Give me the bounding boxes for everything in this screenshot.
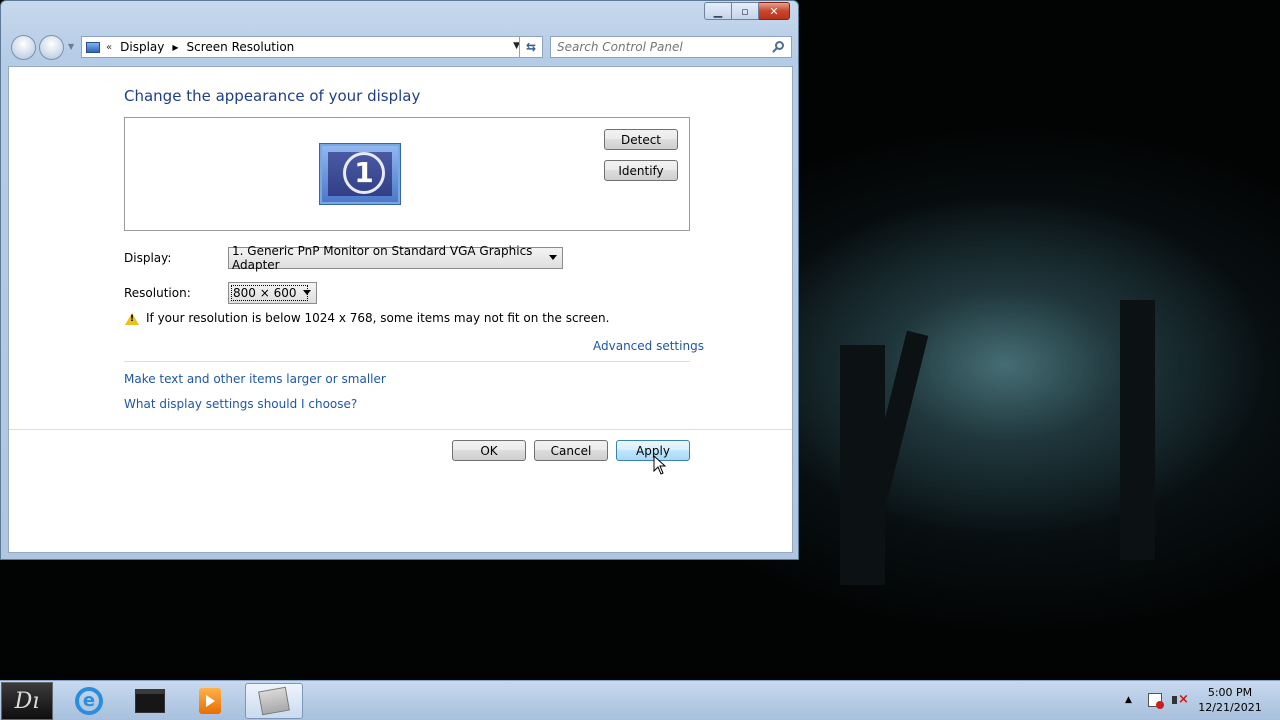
taskbar-item-internet-explorer[interactable]: e [60, 683, 118, 719]
refresh-button[interactable]: ⇆ [519, 36, 543, 58]
breadcrumb-overflow[interactable]: « [106, 42, 112, 53]
search-icon[interactable] [775, 41, 784, 50]
chevron-down-icon [303, 290, 311, 295]
chevron-down-icon [549, 255, 557, 260]
recent-pages-dropdown[interactable]: ▼ [68, 42, 74, 51]
monitor-icon[interactable]: 1 [319, 143, 401, 205]
identify-button[interactable]: Identify [604, 160, 678, 181]
clock-time: 5:00 PM [1207, 686, 1253, 699]
address-bar[interactable]: « Display ▶ Screen Resolution ▼ [81, 36, 527, 58]
mouse-cursor-icon [653, 455, 667, 475]
display-select[interactable]: 1. Generic PnP Monitor on Standard VGA G… [228, 244, 563, 272]
navigation-bar: ▼ « Display ▶ Screen Resolution ▼ ⇆ [9, 33, 792, 61]
control-panel-icon [258, 686, 290, 716]
taskbar-item-folder[interactable] [121, 683, 179, 719]
minimize-button[interactable]: ▁ [704, 2, 732, 20]
monitor-panel: 1 Detect Identify [124, 117, 690, 231]
detect-button[interactable]: Detect [604, 129, 678, 150]
resolution-label: Resolution: [124, 286, 191, 300]
volume-muted-icon[interactable] [1172, 692, 1189, 708]
start-button[interactable]: Dı [1, 682, 53, 720]
taskbar-item-media-player[interactable] [181, 683, 239, 719]
folder-icon [135, 689, 165, 713]
content-area: Change the appearance of your display 1 … [8, 66, 793, 553]
breadcrumb-screen-resolution[interactable]: Screen Resolution [187, 40, 295, 54]
system-clock[interactable]: 5:00 PM 12/21/2021 [1190, 685, 1270, 715]
resolution-select[interactable]: 800 × 600 [228, 282, 317, 304]
start-label: Dı [14, 688, 40, 714]
warning-icon [125, 313, 139, 325]
divider [9, 429, 792, 430]
maximize-button[interactable]: ▫ [732, 2, 759, 20]
cancel-button[interactable]: Cancel [534, 440, 608, 461]
breadcrumb-display[interactable]: Display [120, 40, 164, 54]
minimize-icon: ▁ [713, 4, 723, 18]
text-size-link[interactable]: Make text and other items larger or smal… [124, 372, 386, 386]
page-title: Change the appearance of your display [124, 87, 421, 105]
resolution-warning: If your resolution is below 1024 x 768, … [146, 311, 610, 325]
clock-date: 12/21/2021 [1198, 701, 1262, 714]
monitor-number: 1 [343, 152, 385, 194]
close-button[interactable]: ✕ [759, 2, 790, 20]
media-player-icon [199, 688, 221, 714]
show-hidden-icons-button[interactable]: ▲ [1125, 695, 1132, 705]
display-select-value: 1. Generic PnP Monitor on Standard VGA G… [232, 244, 533, 272]
wallpaper-tree [1120, 300, 1155, 560]
taskbar: Dı e ▲ 5:00 PM 12/21/2021 [0, 680, 1280, 720]
taskbar-item-control-panel[interactable] [245, 683, 303, 719]
internet-explorer-icon: e [75, 687, 103, 715]
maximize-icon: ▫ [741, 4, 749, 18]
internet-explorer-glyph: e [82, 690, 96, 711]
monitor-screen: 1 [328, 152, 392, 196]
forward-button[interactable] [39, 35, 64, 60]
display-help-link[interactable]: What display settings should I choose? [124, 397, 357, 411]
resolution-select-value: 800 × 600 [231, 285, 308, 301]
ok-button[interactable]: OK [452, 440, 526, 461]
close-icon: ✕ [769, 4, 779, 18]
back-button[interactable] [11, 35, 36, 60]
display-label: Display: [124, 251, 172, 265]
control-panel-icon [86, 41, 100, 53]
breadcrumb-arrow-icon[interactable]: ▶ [172, 43, 178, 52]
divider [124, 361, 690, 362]
screen-resolution-window: ▁ ▫ ✕ ▼ « Display ▶ Screen Resolution ▼ … [0, 0, 799, 560]
caption-buttons: ▁ ▫ ✕ [704, 2, 790, 20]
search-input[interactable] [550, 36, 792, 58]
action-center-flag-icon[interactable] [1148, 693, 1164, 709]
refresh-icon: ⇆ [525, 40, 537, 54]
advanced-settings-link[interactable]: Advanced settings [593, 339, 704, 353]
